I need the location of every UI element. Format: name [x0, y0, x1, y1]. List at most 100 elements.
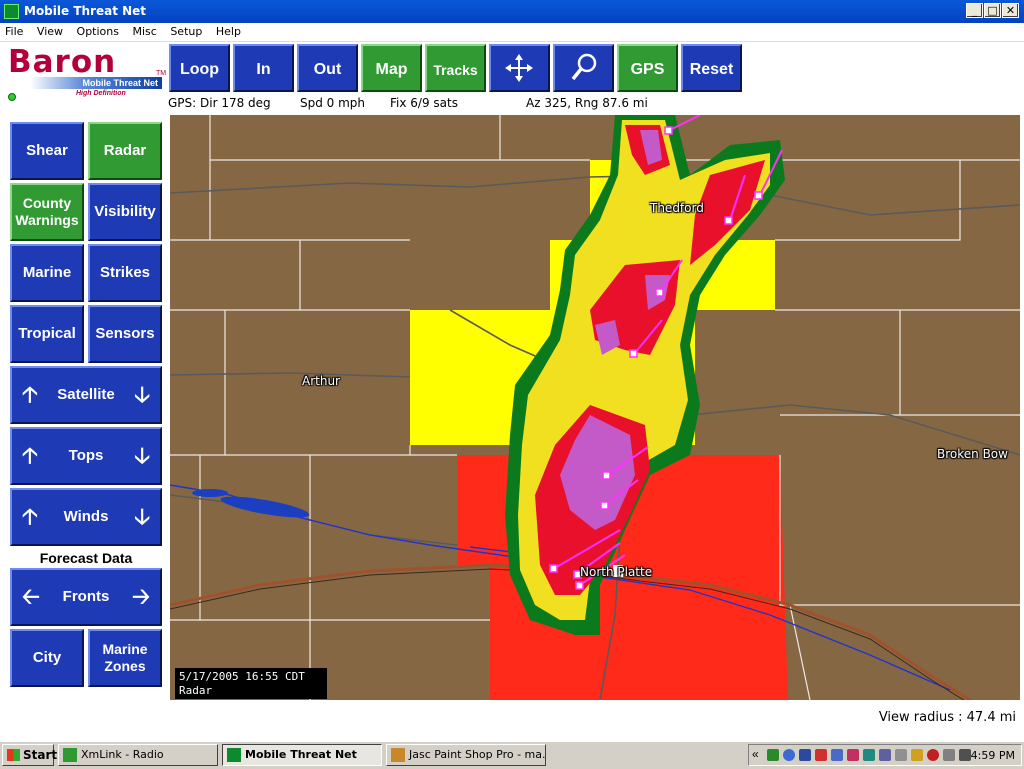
- threat-net-icon: [227, 748, 241, 762]
- arrow-up-icon: 🡡: [22, 382, 38, 407]
- logo-word: Baron: [8, 44, 117, 80]
- radar-map[interactable]: Thedford Arthur Broken Bow North Platte …: [170, 115, 1020, 700]
- usb-icon[interactable]: [943, 749, 955, 761]
- logo-tagline: Mobile Threat Net: [30, 77, 162, 89]
- paint-shop-icon: [391, 748, 405, 762]
- pan-button[interactable]: [489, 44, 550, 92]
- logo-hd: High Definition: [76, 90, 126, 97]
- forecast-data-label: Forecast Data: [39, 550, 133, 566]
- start-label: Start: [23, 748, 58, 762]
- volume-icon[interactable]: [879, 749, 891, 761]
- shield-icon[interactable]: [799, 749, 811, 761]
- timestamp-text: 5/17/2005 16:55 CDT: [179, 670, 305, 683]
- gps-direction: GPS: Dir 178 deg: [168, 96, 271, 110]
- gps-button[interactable]: GPS: [617, 44, 678, 92]
- menu-help[interactable]: Help: [211, 23, 246, 40]
- maximize-button[interactable]: □: [984, 3, 1001, 18]
- layer-name: Radar: [179, 684, 213, 697]
- visibility-button[interactable]: Visibility: [88, 183, 162, 241]
- city-button[interactable]: City: [10, 629, 84, 687]
- radar-button[interactable]: Radar: [88, 122, 162, 180]
- gps-speed: Spd 0 mph: [300, 96, 366, 110]
- shear-button[interactable]: Shear: [10, 122, 84, 180]
- satellite-button[interactable]: 🡡 Satellite 🡣: [10, 366, 162, 424]
- tray-expand-icon[interactable]: «: [752, 747, 759, 761]
- loop-button[interactable]: Loop: [169, 44, 230, 92]
- monitor-icon[interactable]: [831, 749, 843, 761]
- task-mtn-label: Mobile Threat Net: [245, 748, 357, 761]
- title-bar: Mobile Threat Net _ □ ✕: [0, 0, 1024, 23]
- county-warnings-line2: Warnings: [15, 212, 79, 228]
- marine-button[interactable]: Marine: [10, 244, 84, 302]
- fronts-button[interactable]: 🡠 Fronts 🡢: [10, 568, 162, 626]
- sync-icon[interactable]: [863, 749, 875, 761]
- identify-button[interactable]: [553, 44, 614, 92]
- power-icon[interactable]: [911, 749, 923, 761]
- start-button[interactable]: Start: [2, 744, 58, 766]
- network-icon[interactable]: [767, 749, 779, 761]
- baron-logo: Baron TM Mobile Threat Net High Definiti…: [6, 44, 167, 101]
- menu-setup[interactable]: Setup: [165, 23, 207, 40]
- task-xmlink[interactable]: XmLink - Radio: [58, 744, 218, 766]
- globe-icon[interactable]: [783, 749, 795, 761]
- system-tray: « 4:59 PM: [748, 744, 1022, 766]
- strikes-button[interactable]: Strikes: [88, 244, 162, 302]
- marine-zones-line1: Marine: [102, 641, 148, 657]
- menu-options[interactable]: Options: [72, 23, 124, 40]
- city-label-thedford: Thedford: [650, 201, 704, 215]
- fronts-label: Fronts: [62, 588, 110, 605]
- view-radius: View radius : 47.4 mi: [878, 710, 1016, 725]
- menu-misc[interactable]: Misc: [127, 23, 161, 40]
- tops-label: Tops: [68, 447, 104, 464]
- marine-zones-button[interactable]: Marine Zones: [88, 629, 162, 687]
- windows-flag-icon: [7, 749, 20, 761]
- arrow-up-icon: 🡡: [22, 443, 38, 468]
- menu-bar: File View Options Misc Setup Help: [0, 23, 1024, 42]
- city-label-broken-bow: Broken Bow: [937, 447, 1008, 461]
- marine-zones-line2: Zones: [104, 658, 146, 674]
- city-label-north-platte: North Platte: [580, 565, 653, 579]
- menu-view[interactable]: View: [32, 23, 68, 40]
- arrow-up-icon: 🡡: [22, 504, 38, 529]
- menu-file[interactable]: File: [0, 23, 28, 40]
- arrow-left-icon: 🡠: [22, 584, 40, 609]
- status-led-icon: [8, 93, 16, 101]
- tracks-button[interactable]: Tracks: [425, 44, 486, 92]
- satellite-label: Satellite: [57, 386, 115, 403]
- move-arrows-icon: [505, 54, 533, 82]
- antivirus-icon[interactable]: [927, 749, 939, 761]
- sensors-button[interactable]: Sensors: [88, 305, 162, 363]
- zoom-out-button[interactable]: Out: [297, 44, 358, 92]
- tropical-button[interactable]: Tropical: [10, 305, 84, 363]
- reset-button[interactable]: Reset: [681, 44, 742, 92]
- taskbar: Start XmLink - Radio Mobile Threat Net J…: [0, 741, 1024, 769]
- tops-button[interactable]: 🡡 Tops 🡣: [10, 427, 162, 485]
- winds-label: Winds: [63, 508, 109, 525]
- task-paint-shop-pro[interactable]: Jasc Paint Shop Pro - ma...: [386, 744, 546, 766]
- window-title: Mobile Threat Net: [24, 4, 147, 18]
- close-button[interactable]: ✕: [1002, 3, 1019, 18]
- zoom-in-button[interactable]: In: [233, 44, 294, 92]
- gps-fix: Fix 6/9 sats: [390, 96, 458, 110]
- task-mobile-threat-net[interactable]: Mobile Threat Net: [222, 744, 382, 766]
- minimize-button[interactable]: _: [966, 3, 983, 18]
- county-warnings-line1: County: [22, 195, 72, 211]
- task-psp-label: Jasc Paint Shop Pro - ma...: [409, 748, 546, 761]
- security-icon[interactable]: [815, 749, 827, 761]
- alert-icon[interactable]: [847, 749, 859, 761]
- clock: 4:59 PM: [970, 749, 1015, 762]
- arrow-right-icon: 🡢: [132, 584, 150, 609]
- app-icon: [4, 4, 19, 19]
- logo-trademark: TM: [156, 70, 167, 77]
- gps-azimuth-range: Az 325, Rng 87.6 mi: [526, 96, 648, 110]
- lake-small: [192, 489, 228, 497]
- xmlink-icon: [63, 748, 77, 762]
- arrow-down-icon: 🡣: [134, 504, 150, 529]
- county-warnings-button[interactable]: County Warnings: [10, 183, 84, 241]
- winds-button[interactable]: 🡡 Winds 🡣: [10, 488, 162, 546]
- signal-strength-icon[interactable]: [959, 749, 971, 761]
- device-icon[interactable]: [895, 749, 907, 761]
- task-xmlink-label: XmLink - Radio: [81, 748, 164, 761]
- map-button[interactable]: Map: [361, 44, 422, 92]
- city-label-arthur: Arthur: [302, 374, 340, 388]
